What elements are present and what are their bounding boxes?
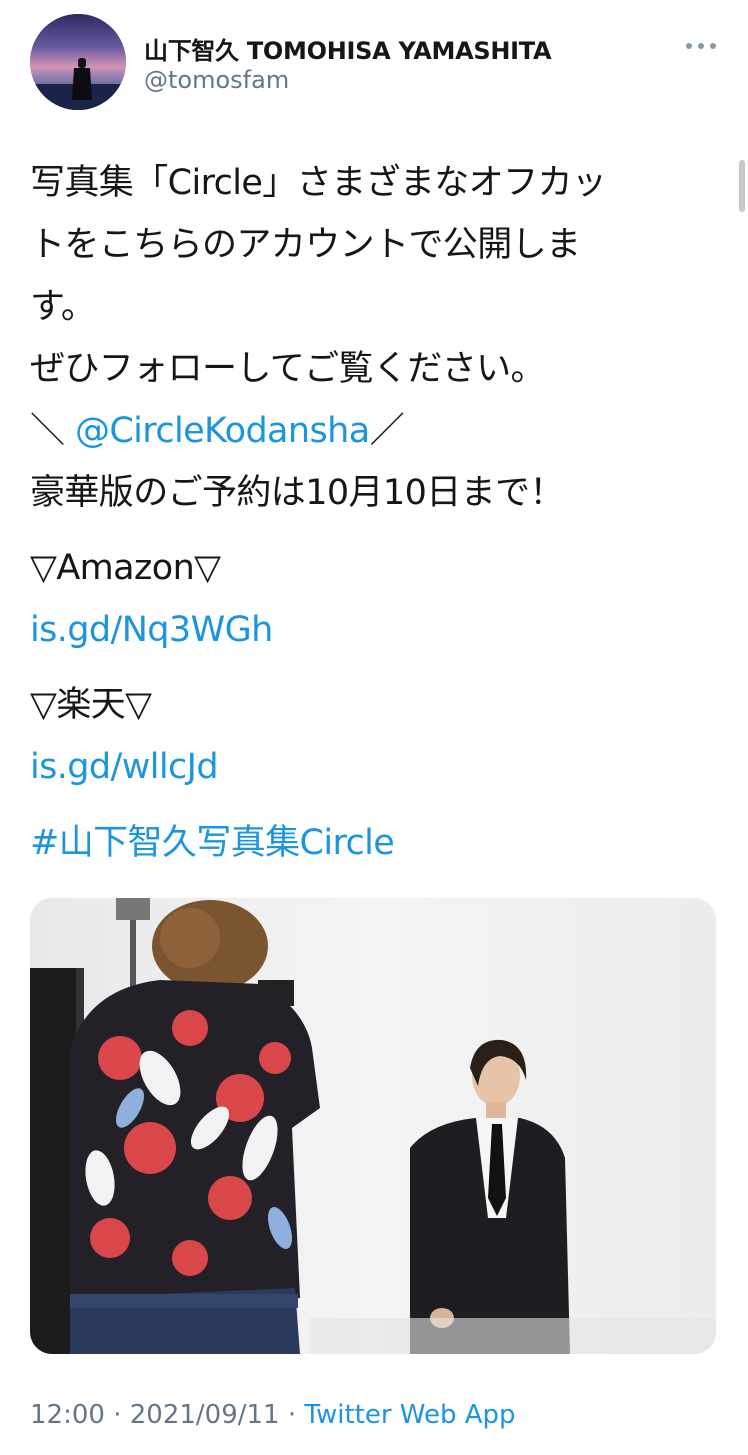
tweet-line: ぜひフォローしてご覧ください。 [30, 349, 546, 389]
tweet-photo[interactable] [30, 898, 716, 1354]
avatar-image [30, 14, 126, 110]
photo-image [30, 898, 716, 1354]
more-horizontal-icon[interactable] [686, 36, 716, 56]
tweet-line: 豪華版のご予約は10月10日まで！ [30, 473, 564, 513]
hashtag-link[interactable]: #山下智久写真集Circle [30, 812, 710, 874]
amazon-label: ▽Amazon▽ [30, 548, 221, 588]
avatar[interactable] [30, 14, 126, 110]
tweet-source[interactable]: Twitter Web App [304, 1400, 515, 1430]
tweet-meta: 12:00 · 2021/09/11 · Twitter Web App [30, 1400, 516, 1430]
mention-link[interactable]: @CircleKodansha [75, 411, 370, 451]
tweet-date: 2021/09/11 [129, 1400, 280, 1430]
mention-line: ＼ @CircleKodansha／ [30, 400, 710, 462]
rakuten-link[interactable]: is.gd/wllcJd [30, 736, 710, 798]
tweet-header: 山下智久 TOMOHISA YAMASHITA @tomosfam [30, 14, 720, 112]
mention-prefix: ＼ [30, 411, 75, 451]
tweet-line: トをこちらのアカウントで公開しま [30, 225, 581, 265]
meta-separator: · [279, 1400, 305, 1430]
amazon-link[interactable]: is.gd/Nq3WGh [30, 599, 710, 661]
scrollbar[interactable] [739, 160, 745, 212]
user-handle[interactable]: @tomosfam [144, 66, 289, 94]
tweet-line: す。 [30, 287, 96, 327]
tweet-time: 12:00 [30, 1400, 105, 1430]
mention-suffix: ／ [369, 411, 405, 451]
tweet-line: 写真集「Circle」さまざまなオフカッ [30, 163, 607, 203]
dot [698, 43, 704, 49]
meta-separator: · [104, 1400, 130, 1430]
display-name[interactable]: 山下智久 TOMOHISA YAMASHITA [144, 31, 552, 66]
dot [710, 43, 716, 49]
tweet-text: 写真集「Circle」さまざまなオフカッ トをこちらのアカウントで公開しま す。… [30, 152, 710, 874]
rakuten-label: ▽楽天▽ [30, 685, 152, 725]
dot [686, 43, 692, 49]
